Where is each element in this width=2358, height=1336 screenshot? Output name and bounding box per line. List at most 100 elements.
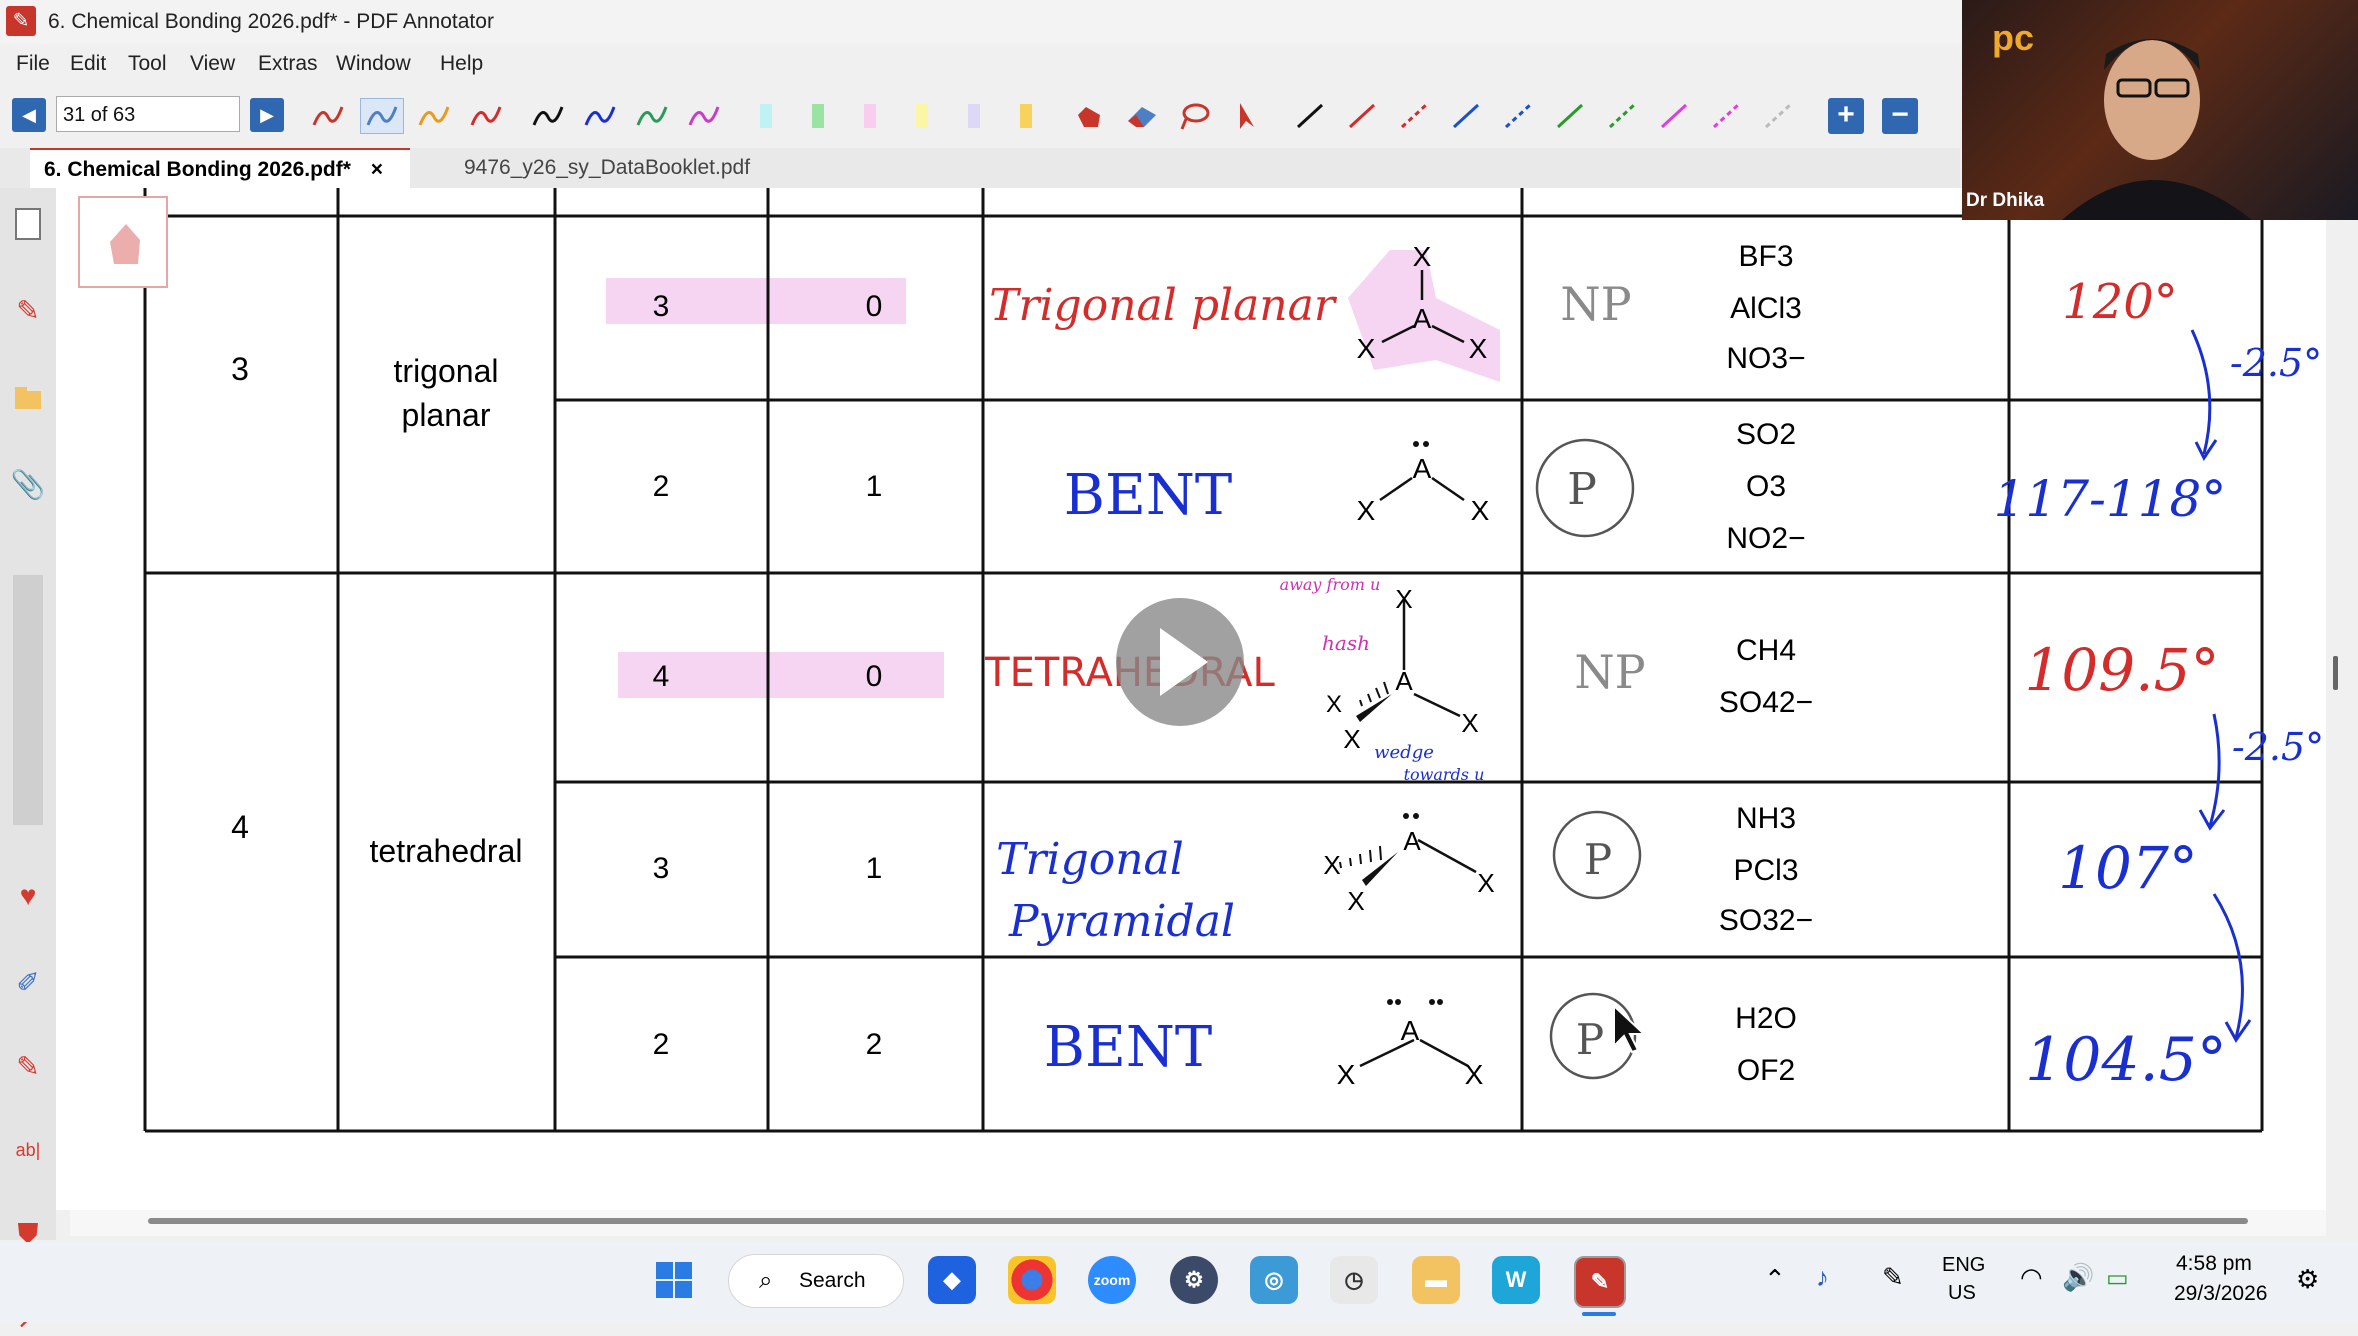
pen-input-icon[interactable]: ✎ <box>1882 1262 1904 1293</box>
pen-green-icon[interactable] <box>630 98 674 134</box>
handwritten-angle-120: 120° <box>2062 274 2178 330</box>
menu-file[interactable]: File <box>16 52 50 76</box>
cell-lone-pairs: 0 <box>866 660 883 693</box>
pdf-annotator-app-icon[interactable]: ✎ <box>6 6 36 36</box>
hand-tool-icon[interactable] <box>1068 98 1112 134</box>
pen-blue-selected-icon[interactable] <box>360 98 404 134</box>
cell-domains-4: 4 <box>231 809 249 845</box>
cell-bonding-pairs: 4 <box>653 660 670 693</box>
menu-view[interactable]: View <box>190 52 235 76</box>
wifi-icon[interactable]: ◠ <box>2020 1262 2043 1293</box>
pen-crimson-icon[interactable] <box>464 98 508 134</box>
highlighter-green-icon[interactable] <box>796 98 840 134</box>
menu-help[interactable]: Help <box>440 52 483 76</box>
line-green-icon[interactable] <box>1548 98 1592 134</box>
language-line2[interactable]: US <box>1948 1282 1976 1305</box>
next-page-icon[interactable]: ▶ <box>250 98 284 132</box>
close-tab-icon[interactable]: × <box>371 158 383 181</box>
line-red-dashed-icon[interactable] <box>1392 98 1436 134</box>
pencil-icon[interactable]: ✎ <box>10 292 46 328</box>
horizontal-scrollbar[interactable] <box>70 1210 2326 1236</box>
zoom-icon[interactable]: zoom <box>1088 1256 1136 1304</box>
handwritten-shape-pyramidal: Pyramidal <box>1008 896 1235 947</box>
eraser-icon[interactable] <box>1120 98 1164 134</box>
highlighter-yellow-icon[interactable] <box>900 98 944 134</box>
line-magenta-icon[interactable] <box>1652 98 1696 134</box>
lasso-icon[interactable] <box>1172 98 1216 134</box>
highlighter-cyan-icon[interactable] <box>744 98 788 134</box>
pen-red-icon[interactable] <box>306 98 350 134</box>
highlighter-gold-icon[interactable] <box>1004 98 1048 134</box>
example-so4: SO42− <box>1719 686 1813 719</box>
notifications-icon[interactable]: ⚙ <box>2296 1264 2319 1295</box>
menu-bar: File Edit Tool View Extras Window Help <box>0 48 1960 84</box>
pdf-annotator-taskbar-icon[interactable]: ✎ <box>1574 1256 1626 1308</box>
pdf-page-view[interactable]: 3 trigonal planar 3 0 Trigonal planar X … <box>56 188 2326 1210</box>
line-red-icon[interactable] <box>1340 98 1384 134</box>
show-hidden-icons-icon[interactable]: ⌃ <box>1764 1264 1786 1295</box>
page-number-field[interactable]: 31 of 63 <box>56 96 240 132</box>
zoom-out-icon[interactable]: − <box>1882 98 1918 134</box>
handwritten-polarity-p: P <box>1576 1015 1604 1064</box>
paperclip-icon[interactable]: 📎 <box>10 466 46 502</box>
dropbox-icon[interactable]: ◆ <box>928 1256 976 1304</box>
select-arrow-icon[interactable] <box>1224 98 1268 134</box>
document-tabs: 6. Chemical Bonding 2026.pdf* × 9476_y26… <box>0 148 1960 188</box>
folder-icon[interactable] <box>10 380 46 416</box>
pen-annotation-icon[interactable]: ✐ <box>10 964 46 1000</box>
line-blue-dashed-icon[interactable] <box>1496 98 1540 134</box>
pen-magenta-icon[interactable] <box>682 98 726 134</box>
cell-bonding-pairs: 2 <box>653 470 670 503</box>
menu-tool[interactable]: Tool <box>128 52 167 76</box>
heart-favorites-icon[interactable]: ♥ <box>10 878 46 914</box>
tab-data-booklet[interactable]: 9476_y26_sy_DataBooklet.pdf <box>450 148 790 188</box>
cell-lone-pairs: 2 <box>866 1028 883 1061</box>
clock-app-icon[interactable]: ◷ <box>1330 1256 1378 1304</box>
previous-page-icon[interactable]: ◀ <box>12 98 46 132</box>
line-black-icon[interactable] <box>1288 98 1332 134</box>
pen-black-icon[interactable] <box>526 98 570 134</box>
app-icon-blue[interactable]: ◎ <box>1250 1256 1298 1304</box>
page-thumbnail[interactable] <box>78 196 168 288</box>
highlighter-lavender-icon[interactable] <box>952 98 996 134</box>
taskbar-search[interactable]: ⌕ Search <box>728 1254 904 1308</box>
annotation-towards-u: towards u <box>1404 765 1485 784</box>
menu-extras[interactable]: Extras <box>258 52 318 76</box>
atom-x: X <box>1323 850 1340 880</box>
line-green-dashed-icon[interactable] <box>1600 98 1644 134</box>
toolbar: ◀ 31 of 63 ▶ + − <box>0 92 1960 140</box>
wordweb-icon[interactable]: W <box>1492 1256 1540 1304</box>
zoom-in-icon[interactable]: + <box>1828 98 1864 134</box>
clock-date[interactable]: 29/3/2026 <box>2174 1282 2267 1306</box>
pen-orange-icon[interactable] <box>412 98 456 134</box>
menu-window[interactable]: Window <box>336 52 411 76</box>
blank-page-icon[interactable] <box>10 206 46 242</box>
line-magenta-dashed-icon[interactable] <box>1704 98 1748 134</box>
tab-chemical-bonding[interactable]: 6. Chemical Bonding 2026.pdf* × <box>30 148 410 188</box>
windows-start-icon[interactable] <box>650 1256 698 1304</box>
annotation-hash: hash <box>1322 631 1370 655</box>
vertical-scrollbar-thumb[interactable] <box>2333 656 2338 690</box>
cell-domains-3: 3 <box>231 351 249 387</box>
utility-icon[interactable]: ⚙ <box>1170 1256 1218 1304</box>
battery-icon[interactable]: ▭ <box>2106 1264 2129 1293</box>
line-blue-icon[interactable] <box>1444 98 1488 134</box>
hash-bonds <box>1339 681 1389 869</box>
atom-x: X <box>1413 241 1432 272</box>
chrome-icon[interactable] <box>1008 1256 1056 1304</box>
clock-time[interactable]: 4:58 pm <box>2176 1252 2252 1276</box>
highlighter-icon[interactable]: ✎ <box>10 1048 46 1084</box>
file-explorer-icon[interactable]: ▬ <box>1412 1256 1460 1304</box>
language-line1[interactable]: ENG <box>1942 1254 1985 1277</box>
highlighter-pink-icon[interactable] <box>848 98 892 134</box>
volume-icon[interactable]: 🔊 <box>2062 1262 2094 1293</box>
line-gray-dashed-icon[interactable] <box>1756 98 1800 134</box>
wedge-bond <box>1356 694 1392 722</box>
text-box-icon[interactable]: ab| <box>10 1132 46 1168</box>
menu-edit[interactable]: Edit <box>70 52 106 76</box>
example-so2: SO2 <box>1736 418 1796 451</box>
pen-navy-icon[interactable] <box>578 98 622 134</box>
scrollbar-thumb[interactable] <box>148 1218 2248 1224</box>
atom-x: X <box>1395 584 1412 614</box>
microphone-icon[interactable]: ♪ <box>1816 1262 1829 1293</box>
